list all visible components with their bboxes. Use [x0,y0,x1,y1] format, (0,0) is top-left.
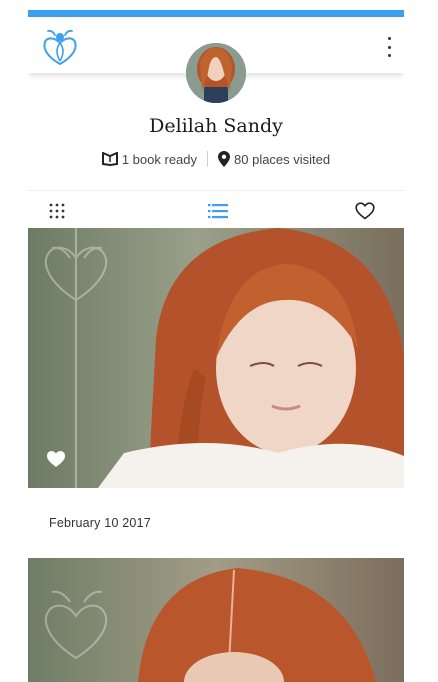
list-icon [208,204,228,219]
tab-list[interactable] [207,201,229,221]
location-pin-icon [218,151,231,167]
profile-stats: 1 book ready 80 places visited [28,150,404,168]
avatar[interactable] [186,43,246,103]
tab-favorites[interactable] [354,201,376,221]
places-stat[interactable]: 80 places visited [218,151,330,167]
post-photo[interactable] [28,558,404,682]
top-accent-bar [28,10,404,17]
grid-icon [49,203,65,219]
heart-outline-icon [355,202,375,220]
profile-name: Delilah Sandy [149,115,283,137]
view-tabs [28,190,404,229]
post-date: February 10 2017 [49,516,151,530]
ladybug-heart-logo-icon[interactable] [42,28,78,66]
post-photo[interactable] [28,228,404,488]
more-vertical-icon[interactable] [384,37,394,57]
app-screen: Delilah Sandy 1 book ready 80 places vis… [28,10,404,682]
books-count: 1 book ready [121,151,198,167]
books-stat[interactable]: 1 book ready [101,151,198,167]
tab-grid[interactable] [46,201,68,221]
places-count: 80 places visited [234,151,331,167]
heart-filled-icon[interactable] [46,450,66,468]
book-icon [101,152,118,166]
stats-divider [207,151,209,167]
